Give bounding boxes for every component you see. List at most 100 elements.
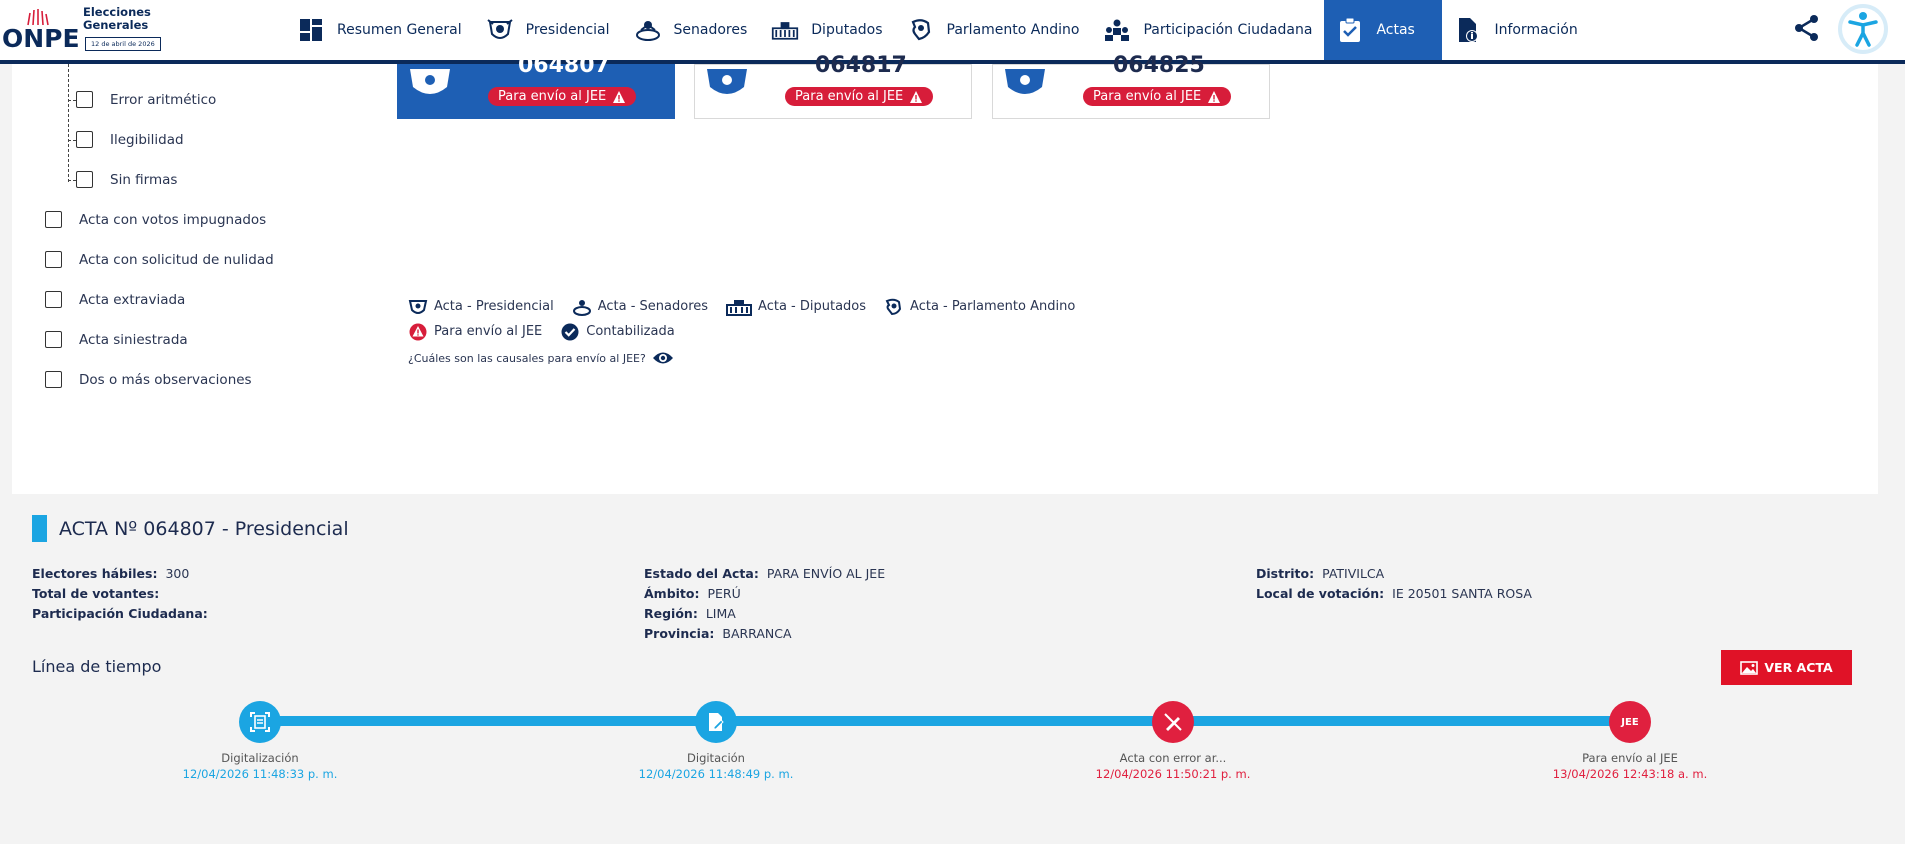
nav-label: Presidencial bbox=[525, 22, 610, 38]
senate-icon bbox=[634, 16, 662, 44]
timeline-node-digitalizacion bbox=[239, 701, 281, 743]
checkbox[interactable] bbox=[76, 171, 93, 188]
presidential-emblem-icon bbox=[1005, 69, 1045, 94]
nav-label: Senadores bbox=[673, 22, 748, 38]
jee-badge: Para envío al JEE bbox=[488, 87, 637, 106]
checkbox[interactable] bbox=[45, 251, 62, 268]
causales-link[interactable]: ¿Cuáles son las causales para envío al J… bbox=[408, 350, 1075, 366]
filter-votos-impugnados[interactable]: Acta con votos impugnados bbox=[45, 211, 266, 228]
filter-siniestrada[interactable]: Acta siniestrada bbox=[45, 331, 188, 348]
nav-presidencial[interactable]: Presidencial bbox=[474, 0, 622, 60]
acta-info-col-1: Electores hábiles: 300 Total de votantes:… bbox=[32, 566, 208, 621]
eye-icon bbox=[652, 352, 673, 364]
logo-text: ONPE bbox=[2, 24, 80, 53]
jee-badge: Para envío al JEE bbox=[1083, 87, 1232, 106]
election-date: 12 de abril de 2026 bbox=[85, 37, 161, 51]
checkbox[interactable] bbox=[76, 91, 93, 108]
warning-circle-icon bbox=[409, 323, 427, 340]
acta-number: 064825 bbox=[1113, 53, 1205, 78]
legend: Acta - Presidencial Acta - Senadores Act… bbox=[408, 294, 1075, 366]
tree-connector bbox=[68, 64, 69, 182]
legend-contabilizada: Contabilizada bbox=[560, 323, 675, 341]
error-edit-icon bbox=[1164, 713, 1182, 731]
accessibility-icon bbox=[1848, 12, 1878, 47]
warning-icon bbox=[1208, 90, 1221, 103]
senate-icon bbox=[572, 299, 591, 316]
acta-info-col-3: Distrito: PATIVILCA Local de votación: IE … bbox=[1256, 566, 1532, 601]
filter-dos-o-mas[interactable]: Dos o más observaciones bbox=[45, 371, 252, 388]
filter-error-aritmetico[interactable]: Error aritmético bbox=[76, 91, 216, 108]
acta-number: 064807 bbox=[518, 53, 610, 78]
filter-ilegibilidad[interactable]: Ilegibilidad bbox=[76, 131, 184, 148]
presidential-emblem-icon bbox=[486, 16, 514, 44]
presidential-emblem-icon bbox=[408, 299, 428, 314]
scan-document-icon bbox=[250, 712, 270, 732]
nav-label: Actas bbox=[1376, 22, 1415, 38]
checkbox[interactable] bbox=[45, 371, 62, 388]
checkbox[interactable] bbox=[45, 331, 62, 348]
timeline-title: Línea de tiempo bbox=[32, 657, 162, 676]
andean-parliament-icon bbox=[885, 298, 902, 315]
filter-solicitud-nulidad[interactable]: Acta con solicitud de nulidad bbox=[45, 251, 274, 268]
nav-label: Información bbox=[1494, 22, 1578, 38]
citizens-icon bbox=[1103, 16, 1131, 44]
checkbox[interactable] bbox=[45, 211, 62, 228]
presidential-emblem-icon bbox=[707, 69, 747, 94]
share-icon[interactable] bbox=[1793, 14, 1821, 42]
timeline-node-error bbox=[1152, 701, 1194, 743]
nav-label: Resumen General bbox=[337, 22, 462, 38]
acta-info-col-2: Estado del Acta: PARA ENVÍO AL JEE Ámbito… bbox=[644, 566, 886, 641]
edit-document-icon bbox=[709, 713, 724, 731]
jee-badge: Para envío al JEE bbox=[785, 87, 934, 106]
nav-label: Diputados bbox=[811, 22, 883, 38]
acta-title: ACTA Nº 064807 - Presidencial bbox=[32, 515, 349, 542]
timeline-label: Acta con error ar... 12/04/2026 11:50:21… bbox=[1095, 751, 1251, 781]
image-icon bbox=[1740, 660, 1759, 675]
nav-diputados[interactable]: Diputados bbox=[759, 0, 894, 60]
timeline-node-digitacion bbox=[695, 701, 737, 743]
title-accent-bar bbox=[32, 515, 47, 542]
checkbox[interactable] bbox=[45, 291, 62, 308]
legend-presidencial: Acta - Presidencial bbox=[408, 298, 554, 316]
acta-card[interactable]: 064825 Para envío al JEE bbox=[992, 53, 1270, 119]
presidential-emblem-icon bbox=[410, 69, 450, 94]
nav-label: Parlamento Andino bbox=[946, 22, 1080, 38]
andean-parliament-icon bbox=[907, 16, 935, 44]
filter-sin-firmas[interactable]: Sin firmas bbox=[76, 171, 177, 188]
timeline-track bbox=[260, 716, 1630, 726]
accessibility-button[interactable] bbox=[1838, 4, 1888, 54]
legend-senadores: Acta - Senadores bbox=[572, 298, 708, 316]
congress-building-icon bbox=[771, 16, 799, 44]
acta-number: 064817 bbox=[815, 53, 907, 78]
nav-informacion[interactable]: Información bbox=[1442, 0, 1589, 60]
actas-panel: Error aritmético Ilegibilidad Sin firmas… bbox=[12, 53, 1878, 494]
acta-card[interactable]: 064817 Para envío al JEE bbox=[694, 53, 972, 119]
warning-icon bbox=[910, 90, 923, 103]
timeline-label: Digitación 12/04/2026 11:48:49 p. m. bbox=[638, 751, 794, 781]
onpe-logo[interactable]: ONPE Elecciones Generales 12 de abril de… bbox=[2, 4, 164, 56]
nav-resumen-general[interactable]: Resumen General bbox=[285, 0, 474, 60]
filter-extraviada[interactable]: Acta extraviada bbox=[45, 291, 185, 308]
nav-label: Participación Ciudadana bbox=[1143, 22, 1313, 38]
check-circle-icon bbox=[561, 323, 579, 340]
legend-jee: Para envío al JEE bbox=[408, 323, 542, 341]
document-info-icon bbox=[1454, 16, 1482, 44]
timeline-label: Digitalización 12/04/2026 11:48:33 p. m. bbox=[182, 751, 338, 781]
main-nav: Resumen General Presidencial Senadores D… bbox=[285, 0, 1590, 60]
timeline-label: Para envío al JEE 13/04/2026 12:43:18 a.… bbox=[1552, 751, 1708, 781]
election-name: Elecciones Generales bbox=[83, 5, 151, 32]
nav-actas[interactable]: Actas bbox=[1324, 0, 1443, 60]
congress-building-icon bbox=[726, 299, 753, 316]
checkbox[interactable] bbox=[76, 131, 93, 148]
timeline-node-jee: JEE bbox=[1609, 701, 1651, 743]
nav-parlamento-andino[interactable]: Parlamento Andino bbox=[895, 0, 1092, 60]
clipboard-check-icon bbox=[1336, 16, 1364, 44]
nav-participacion-ciudadana[interactable]: Participación Ciudadana bbox=[1091, 0, 1324, 60]
warning-icon bbox=[613, 90, 626, 103]
nav-senadores[interactable]: Senadores bbox=[622, 0, 760, 60]
top-navbar: ONPE Elecciones Generales 12 de abril de… bbox=[0, 0, 1905, 64]
acta-card[interactable]: 064807 Para envío al JEE bbox=[397, 53, 675, 119]
ver-acta-button[interactable]: VER ACTA bbox=[1721, 650, 1852, 685]
legend-parlamento-andino: Acta - Parlamento Andino bbox=[884, 298, 1075, 316]
legend-diputados: Acta - Diputados bbox=[726, 298, 866, 316]
